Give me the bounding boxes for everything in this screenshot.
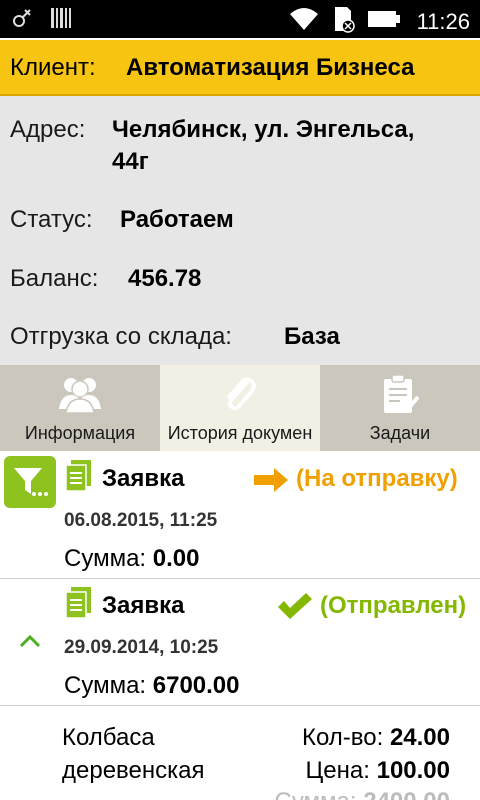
item-sum-value: 2400.00 [363, 788, 450, 800]
tab-tasks-label: Задачи [369, 423, 431, 443]
document-icon [65, 460, 92, 497]
chevron-up-icon[interactable] [18, 633, 42, 654]
client-header: Клиент: Автоматизация Бизнеса [0, 40, 480, 96]
item-price: Цена: 100.00 [305, 757, 450, 784]
item-price-value: 100.00 [376, 757, 450, 784]
tab-document-history-label: История докумен [167, 423, 313, 443]
document-item[interactable]: Заявка (На отправку) 06.08.2015, 11:25 С… [0, 452, 480, 578]
arrow-right-icon [254, 468, 288, 497]
document-sum-value: 6700.00 [152, 672, 240, 699]
item-quantity: Кол-во: 24.00 [301, 724, 450, 751]
people-icon [57, 373, 103, 420]
document-item[interactable]: Заявка (Отправлен) 29.09.2014, 10:25 Сум… [0, 579, 480, 705]
document-line-item: Колбаса деревенская Кол-во: 24.00 Цена: … [0, 706, 480, 800]
checkmark-icon [276, 591, 314, 626]
item-name-line2: деревенская [62, 757, 205, 784]
document-sum-label: Сумма: 6700.00 [64, 672, 240, 699]
tab-bar: Информация История докумен Задачи [0, 365, 480, 451]
document-status: (Отправлен) [320, 592, 467, 619]
document-sum-label: Сумма: 0.00 [64, 545, 200, 572]
item-name-line1: Колбаса [62, 724, 155, 751]
item-sum: Сумма: 2400.00 [274, 788, 450, 800]
status-value: Работаем [120, 206, 234, 233]
address-value-line2: 44г [112, 148, 149, 175]
paperclip-icon [220, 373, 260, 420]
warehouse-value: База [284, 323, 340, 350]
balance-value: 456.78 [128, 265, 202, 292]
document-type: Заявка [102, 592, 185, 619]
satellite-icon [10, 6, 34, 35]
document-icon [65, 587, 92, 624]
wifi-icon [289, 6, 319, 37]
address-label: Адрес: [10, 116, 86, 143]
battery-icon [367, 9, 401, 34]
document-status: (На отправку) [296, 465, 458, 492]
status-bar: 11:26 [0, 0, 480, 38]
address-value-line1: Челябинск, ул. Энгельса, [112, 116, 415, 143]
barcode-icon [50, 6, 72, 35]
tab-information-label: Информация [24, 423, 136, 443]
client-label: Клиент: [10, 54, 96, 81]
document-sum-value: 0.00 [152, 545, 200, 572]
warehouse-label: Отгрузка со склада: [10, 323, 232, 350]
document-date: 29.09.2014, 10:25 [64, 637, 219, 658]
item-quantity-value: 24.00 [389, 724, 450, 751]
client-info-panel: Адрес: Челябинск, ул. Энгельса, 44г Стат… [0, 96, 480, 365]
document-type: Заявка [102, 465, 185, 492]
document-date: 06.08.2015, 11:25 [64, 510, 218, 531]
clock: 11:26 [416, 8, 470, 34]
client-name: Автоматизация Бизнеса [126, 54, 415, 81]
balance-label: Баланс: [10, 265, 99, 292]
status-label: Статус: [10, 206, 93, 233]
tab-document-history[interactable]: История докумен [160, 365, 320, 451]
sd-card-icon [331, 5, 355, 38]
tab-information[interactable]: Информация [0, 365, 160, 451]
tab-tasks[interactable]: Задачи [320, 365, 480, 451]
clipboard-check-icon [380, 373, 420, 422]
